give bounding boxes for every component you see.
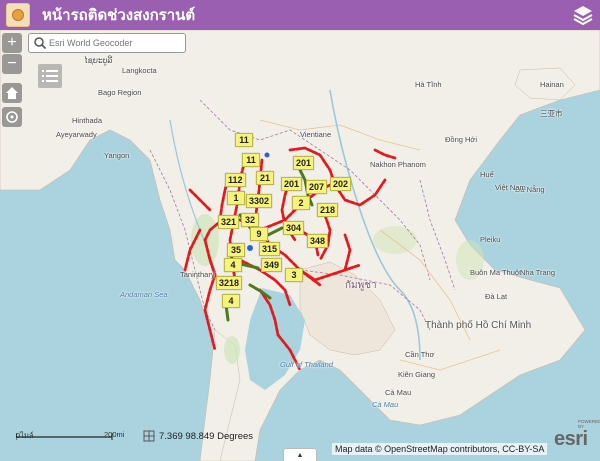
place-label: Tanintharyi <box>180 270 217 279</box>
route-label[interactable]: 2 <box>292 196 310 210</box>
scale-left-label: 0ไมล์ <box>16 431 34 440</box>
zoom-in-button[interactable]: + <box>2 33 22 53</box>
app-logo-icon <box>6 3 30 27</box>
route-label[interactable]: 11 <box>235 133 253 147</box>
route-label[interactable]: 4 <box>222 294 240 308</box>
search-box[interactable] <box>28 33 186 53</box>
coords-icon <box>143 430 155 442</box>
route-label[interactable]: 35 <box>227 243 245 257</box>
route-label[interactable]: 4 <box>224 258 242 272</box>
list-icon <box>42 70 58 82</box>
route-label[interactable]: 315 <box>259 242 281 256</box>
place-label: Langkocta <box>122 66 157 75</box>
panel-toggle-button[interactable]: ▲ <box>283 448 317 461</box>
route-label[interactable]: 3 <box>285 268 303 282</box>
place-label: Hainan <box>540 80 564 89</box>
place-label: Yangon <box>104 151 130 160</box>
route-label[interactable]: 9 <box>250 227 268 241</box>
sea-label: Cà Mau <box>372 400 399 409</box>
place-label: Vientiane <box>300 130 332 139</box>
route-label[interactable]: 201 <box>281 177 303 191</box>
place-label: Đồng Hới <box>445 135 478 144</box>
place-label: ໄຊຍະບູລີ <box>84 56 113 65</box>
search-icon <box>34 37 47 50</box>
locate-button[interactable] <box>2 107 22 127</box>
place-label: Cần Thơ <box>405 350 435 359</box>
route-label[interactable]: 207 <box>306 180 328 194</box>
scale-right-label: 200mi <box>104 430 125 439</box>
place-label: Kiên Giang <box>398 370 436 379</box>
home-icon <box>6 87 18 99</box>
country-label: Việt Nam <box>495 183 526 192</box>
route-label[interactable]: 3218 <box>216 276 243 290</box>
place-label: Thành phố Hồ Chí Minh <box>425 320 532 331</box>
place-label: Nakhon Phanom <box>370 160 426 169</box>
route-label[interactable]: 321 <box>218 215 240 229</box>
home-button[interactable] <box>2 83 22 103</box>
place-label: 三亚市 <box>540 109 563 118</box>
place-label: Nha Trang <box>520 268 556 277</box>
place-label: Đà Lạt <box>485 292 508 301</box>
route-label[interactable]: 349 <box>261 258 283 272</box>
place-label: Cà Mau <box>385 388 412 397</box>
map-view[interactable]: ໄຊຍະບູລີ Vientiane Nakhon Phanom Hà Tĩnh… <box>0 30 600 461</box>
sea-label: Gulf of Thailand <box>280 360 333 369</box>
coordinates-text: 7.369 98.849 Degrees <box>159 430 254 442</box>
place-label: Hinthada <box>72 116 103 125</box>
route-label[interactable]: 202 <box>330 177 352 191</box>
layers-icon[interactable] <box>572 4 594 26</box>
list-button[interactable] <box>38 64 62 88</box>
app-title: หน้ารถติดช่วงสงกรานต์ <box>42 7 196 24</box>
search-input[interactable] <box>47 35 181 51</box>
zoom-out-button[interactable]: − <box>2 54 22 74</box>
country-label: กัมพูชา <box>345 280 377 291</box>
place-label: Hà Tĩnh <box>415 80 442 89</box>
route-label[interactable]: 348 <box>307 234 329 248</box>
place-label: Bago Region <box>98 88 142 97</box>
route-label[interactable]: 112 <box>225 173 246 187</box>
esri-logo: esri <box>554 428 588 450</box>
route-label[interactable]: 11 <box>242 153 260 167</box>
place-label: Ayeyarwady <box>56 130 97 139</box>
route-label[interactable]: 304 <box>283 221 305 235</box>
title-bar: หน้ารถติดช่วงสงกรานต์ <box>0 0 600 30</box>
map-attribution: Map data © OpenStreetMap contributors, C… <box>332 443 548 455</box>
place-label: Huế <box>480 170 494 179</box>
locate-icon <box>6 111 18 123</box>
route-label[interactable]: 3302 <box>246 194 273 208</box>
route-label[interactable]: 218 <box>317 203 339 217</box>
route-label[interactable]: 21 <box>256 171 274 185</box>
caret-up-icon: ▲ <box>296 451 304 459</box>
route-label[interactable]: 1 <box>227 191 245 205</box>
route-label[interactable]: 201 <box>293 156 315 170</box>
place-label: Buôn Ma Thuột <box>470 268 522 277</box>
route-label[interactable]: 32 <box>241 213 259 227</box>
place-label: Pleiku <box>480 235 501 244</box>
sea-label: Andaman Sea <box>120 290 168 299</box>
coordinates-display[interactable]: 7.369 98.849 Degrees <box>143 430 253 442</box>
basemap <box>0 30 600 461</box>
